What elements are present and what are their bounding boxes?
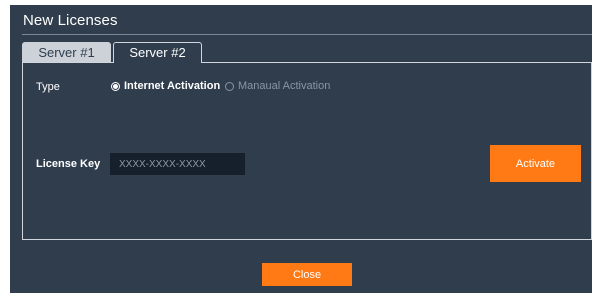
title-divider [22,34,592,35]
close-button[interactable]: Close [262,263,352,286]
tab-server-2[interactable]: Server #2 [113,42,202,63]
manual-activation-radio[interactable]: Manaual Activation [225,80,330,92]
radio-unselected-icon [225,81,234,91]
license-key-label: License Key [36,158,101,170]
license-key-input[interactable] [110,153,245,175]
new-licenses-dialog: New Licenses Server #1 Server #2 Type In… [10,5,592,293]
dialog-title: New Licenses [23,12,118,29]
radio-selected-icon [111,81,120,91]
activate-button[interactable]: Activate [490,145,581,182]
manual-activation-label: Manaual Activation [238,80,331,92]
license-panel: Type Internet Activation Manaual Activat… [22,62,592,240]
internet-activation-radio[interactable]: Internet Activation [111,80,220,92]
tab-server-1[interactable]: Server #1 [22,42,111,63]
type-label: Type [36,81,60,93]
internet-activation-label: Internet Activation [124,80,221,92]
